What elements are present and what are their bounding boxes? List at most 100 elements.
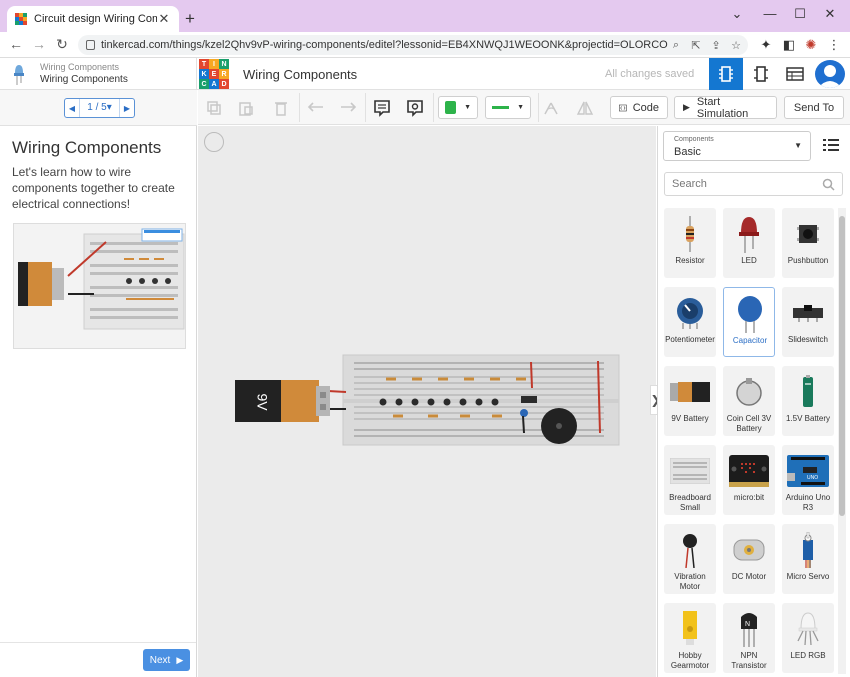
send-to-button[interactable]: Send To xyxy=(784,96,844,119)
battery-9v-icon xyxy=(670,382,710,402)
component-microbit[interactable]: micro:bit xyxy=(723,445,775,515)
tab-search-icon[interactable]: ⌄ xyxy=(727,6,747,22)
open-in-app-icon[interactable]: ⇱ xyxy=(688,39,704,52)
placed-capacitor[interactable] xyxy=(520,409,528,417)
window-close-icon[interactable]: ✕ xyxy=(820,6,840,22)
component-label: Slideswitch xyxy=(787,335,828,344)
annotation-visibility-icon[interactable] xyxy=(405,98,425,118)
component-coin-cell[interactable]: Coin Cell 3V Battery xyxy=(723,366,775,436)
component-label: Coin Cell 3V Battery xyxy=(726,414,772,433)
zoom-icon[interactable]: ⌕ xyxy=(668,39,684,52)
user-avatar-icon xyxy=(818,65,842,88)
delete-icon[interactable] xyxy=(271,98,291,118)
component-led-rgb[interactable]: LED RGB xyxy=(782,603,834,673)
circuit-view-button[interactable] xyxy=(709,58,743,90)
component-micro-servo[interactable]: Micro Servo xyxy=(782,524,834,594)
component-resistor[interactable]: Resistor xyxy=(664,208,716,278)
browser-tab[interactable]: Circuit design Wiring Componen ✕ xyxy=(7,6,179,32)
schematic-view-button[interactable] xyxy=(744,58,778,90)
start-simulation-button[interactable]: ▶ Start Simulation xyxy=(674,96,777,120)
next-step-icon[interactable]: ▶ xyxy=(120,104,134,113)
piezo-buzzer[interactable] xyxy=(541,408,577,444)
rgb-led-icon xyxy=(797,612,819,646)
step-counter[interactable]: 1 / 5▾ xyxy=(79,99,120,117)
bookmark-star-icon[interactable]: ☆ xyxy=(728,39,744,52)
side-panel-icon[interactable]: ◧ xyxy=(781,37,797,53)
dropdown-label: Components xyxy=(674,136,714,143)
component-hobby-gearmotor[interactable]: Hobby Gearmotor xyxy=(664,603,716,673)
rotate-icon[interactable] xyxy=(541,98,561,118)
undo-icon[interactable] xyxy=(306,98,326,118)
component-label: Pushbutton xyxy=(787,256,829,265)
component-dc-motor[interactable]: DC Motor xyxy=(723,524,775,594)
browser-menu-icon[interactable]: ⋮ xyxy=(826,37,842,53)
component-capacitor[interactable]: Capacitor xyxy=(723,287,775,357)
scrollbar-thumb[interactable] xyxy=(839,216,845,516)
user-avatar[interactable] xyxy=(815,60,845,88)
integrated-circuit[interactable] xyxy=(521,396,537,403)
play-icon: ▶ xyxy=(683,102,690,112)
component-slideswitch[interactable]: Slideswitch xyxy=(782,287,834,357)
component-label: Resistor xyxy=(675,256,705,265)
next-button-label: Next xyxy=(149,654,171,666)
fill-color-picker[interactable]: ▼ xyxy=(438,96,478,119)
maximize-icon[interactable]: ☐ xyxy=(790,6,810,22)
gearmotor-icon xyxy=(683,611,697,645)
list-view-icon[interactable] xyxy=(823,138,839,152)
prev-step-icon[interactable]: ◀ xyxy=(65,104,79,113)
slideswitch-icon xyxy=(793,305,823,322)
svg-text:N: N xyxy=(745,621,750,628)
component-led[interactable]: LED xyxy=(723,208,775,278)
extensions-icon[interactable]: ✦ xyxy=(758,37,774,53)
design-title[interactable]: Wiring Components xyxy=(243,67,357,82)
lesson-pager: ◀ 1 / 5▾ ▶ xyxy=(0,90,197,126)
component-pushbutton[interactable]: Pushbutton xyxy=(782,208,834,278)
next-button[interactable]: Next ▶ xyxy=(143,649,190,671)
code-button[interactable]: Code xyxy=(610,96,668,119)
wire-color-picker[interactable]: ▼ xyxy=(485,96,531,119)
tab-title: Circuit design Wiring Componen xyxy=(34,13,157,25)
tab-close-icon[interactable]: ✕ xyxy=(157,11,171,27)
component-label: LED RGB xyxy=(790,651,826,660)
forward-icon[interactable]: → xyxy=(31,36,47,52)
component-9v-battery[interactable]: 9V Battery xyxy=(664,366,716,436)
copy-icon[interactable] xyxy=(204,98,224,118)
component-npn-transistor[interactable]: N NPN Transistor xyxy=(723,603,775,673)
flip-icon[interactable] xyxy=(575,98,595,118)
code-icon xyxy=(619,104,627,111)
search-icon[interactable] xyxy=(822,178,835,191)
component-label: NPN Transistor xyxy=(731,651,767,670)
new-tab-icon[interactable]: + xyxy=(182,9,198,29)
lesson-title: Wiring Components xyxy=(12,138,162,157)
component-breadboard-small[interactable]: Breadboard Small xyxy=(664,445,716,515)
component-category-dropdown[interactable]: Components Basic ▼ xyxy=(663,131,811,161)
components-scrollbar[interactable] xyxy=(838,208,846,674)
component-arduino-uno[interactable]: UNO Arduino Uno R3 xyxy=(782,445,834,515)
component-1-5v-battery[interactable]: 1.5V Battery xyxy=(782,366,834,436)
chevron-down-icon: ▼ xyxy=(794,141,802,150)
reload-icon[interactable]: ↻ xyxy=(54,36,70,53)
back-icon[interactable]: ← xyxy=(8,36,24,52)
address-bar[interactable]: tinkercad.com/things/kzel2Qhv9vP-wiring-… xyxy=(78,35,748,55)
component-label: micro:bit xyxy=(733,493,765,502)
placed-9v-battery[interactable] xyxy=(235,380,330,422)
component-search-input[interactable]: Search xyxy=(664,172,843,196)
address-bar-row: ← → ↻ tinkercad.com/things/kzel2Qhv9vP-w… xyxy=(0,32,850,58)
toolbar-separator xyxy=(538,93,539,122)
tinkercad-logo[interactable]: TIN KER CAD xyxy=(199,59,229,89)
potentiometer-icon xyxy=(677,298,703,329)
minimize-icon[interactable]: — xyxy=(760,6,780,21)
redo-icon[interactable] xyxy=(338,98,358,118)
share-icon[interactable]: ⇪ xyxy=(708,39,724,52)
profile-extension-icon[interactable]: ✺ xyxy=(803,37,819,53)
component-potentiometer[interactable]: Potentiometer xyxy=(664,287,716,357)
app-header: Wiring Components Wiring Components TIN … xyxy=(0,58,850,90)
tinkercad-favicon-icon xyxy=(15,13,27,25)
notes-icon[interactable] xyxy=(372,98,392,118)
workplane-canvas[interactable]: 9V xyxy=(198,126,656,677)
component-label: DC Motor xyxy=(731,572,767,581)
component-list-view-button[interactable] xyxy=(778,58,812,90)
paste-icon[interactable] xyxy=(236,98,256,118)
step-selector[interactable]: ◀ 1 / 5▾ ▶ xyxy=(64,98,135,118)
component-vibration-motor[interactable]: Vibration Motor xyxy=(664,524,716,594)
